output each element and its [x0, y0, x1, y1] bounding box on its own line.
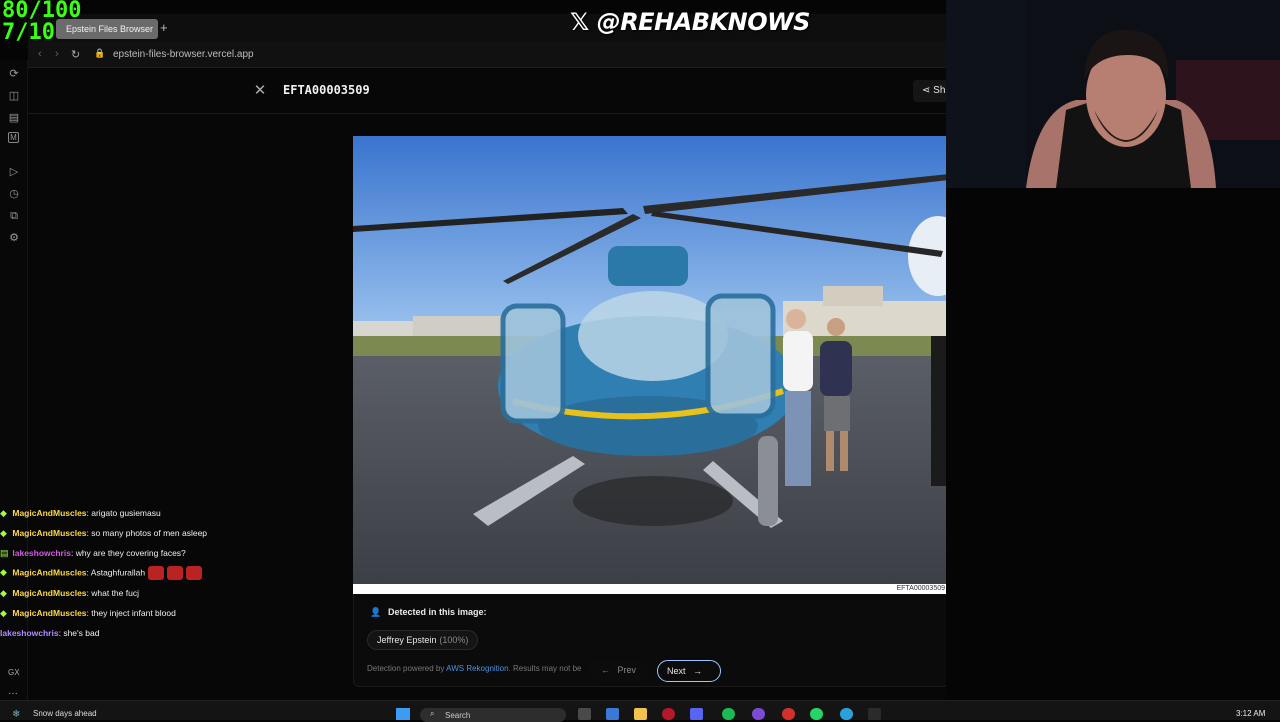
detection-note-prefix: Detection powered by [367, 664, 447, 673]
helicopter-photo [353, 136, 949, 584]
m-icon[interactable]: M [8, 132, 19, 143]
browser-sidebar [0, 60, 28, 700]
telegram-icon[interactable] [840, 708, 853, 720]
badge-icon: ◆ [0, 588, 7, 598]
url-field[interactable]: epstein-files-browser.vercel.app [113, 49, 254, 60]
box-icon[interactable]: ◫ [6, 88, 22, 104]
new-tab-button[interactable]: + [160, 20, 174, 36]
arrow-right-icon: → [693, 666, 703, 676]
discord-icon[interactable] [690, 708, 703, 720]
chat-message: ◆ MagicAndMuscles: what the fucj [0, 588, 139, 599]
aws-rekognition-link[interactable]: AWS Rekognition [446, 664, 508, 673]
taskbar-search-label: Search [445, 711, 471, 720]
next-label: Next [667, 666, 686, 676]
photo-caption: EFTA00003509 [896, 585, 945, 592]
app-icon[interactable] [752, 708, 765, 720]
close-button[interactable]: ✕ [250, 81, 270, 101]
chat-text: : she's bad [58, 628, 100, 638]
document-id-title: EFTA00003509 [283, 83, 370, 97]
document-photo: EFTA00003509 [353, 136, 949, 594]
chat-message: ▤ lakeshowchris: why are they covering f… [0, 548, 186, 559]
badge-icon: ◆ [0, 567, 7, 578]
chat-username[interactable]: lakeshowchris [0, 628, 59, 638]
wallet-icon[interactable]: ▤ [6, 110, 22, 126]
app-icon[interactable] [782, 708, 795, 720]
person-icon: 👤 [370, 607, 382, 617]
webcam-feed [946, 0, 1280, 188]
badge-icon: ◆ [0, 508, 7, 518]
app-icon[interactable] [868, 708, 881, 720]
file-explorer-icon[interactable] [634, 708, 647, 720]
start-icon[interactable] [396, 708, 410, 720]
whatsapp-icon[interactable] [810, 708, 823, 720]
prev-label: Prev [617, 665, 637, 675]
emote-icon [148, 566, 165, 580]
chat-username[interactable]: lakeshowchris [12, 548, 71, 558]
opera-gx-icon[interactable] [662, 708, 675, 720]
chat-message: lakeshowchris: she's bad [0, 628, 99, 638]
chat-text: : what the fucj [86, 588, 139, 598]
chat-message: ◆ MagicAndMuscles: they inject infant bl… [0, 608, 176, 619]
badge-icon: ▤ [0, 548, 9, 558]
chat-username[interactable]: MagicAndMuscles [12, 567, 86, 577]
share-label: Sh [933, 85, 946, 96]
puzzle-icon[interactable]: ⧉ [6, 208, 22, 224]
forward-icon[interactable]: › [55, 48, 59, 60]
score-counter: 80/100 [2, 0, 82, 23]
person-confidence: (100%) [439, 635, 469, 645]
streamer-webcam [946, 0, 1280, 188]
gx-label[interactable]: GX [8, 668, 20, 677]
chat-text: : Astaghfurallah [86, 567, 146, 578]
chat-text: : why are they covering faces? [70, 548, 186, 558]
rating-counter: 7/10 [2, 20, 55, 45]
detection-note: Detection powered by AWS Rekognition. Re… [367, 664, 581, 673]
detected-heading: Detected in this image: [388, 607, 487, 617]
reload-icon[interactable]: ↻ [71, 48, 80, 61]
chat-message: ◆ MagicAndMuscles: so many photos of men… [0, 528, 207, 539]
share-icon: ⋖ [922, 85, 934, 96]
stream-handle: 𝕏 @REHABKNOWS [570, 8, 810, 36]
detection-note-suffix: . Results may not be a [508, 664, 581, 673]
person-chip[interactable]: Jeffrey Epstein (100%) [367, 630, 479, 650]
chat-message: ◆ MagicAndMuscles: arigato gusiemasu [0, 508, 161, 519]
chat-username[interactable]: MagicAndMuscles [12, 528, 86, 538]
taskbar-clock[interactable]: 3:12 AM [1236, 709, 1265, 718]
chat-username[interactable]: MagicAndMuscles [12, 508, 86, 518]
history-icon[interactable]: ◷ [6, 186, 22, 202]
play-icon[interactable]: ▷ [6, 164, 22, 180]
back-icon[interactable]: ‹ [38, 48, 42, 60]
weather-text[interactable]: Snow days ahead [33, 709, 97, 718]
prev-button[interactable]: ← Prev [588, 660, 651, 682]
chat-text: : arigato gusiemasu [86, 508, 161, 518]
chat-message: ◆ MagicAndMuscles: Astaghfurallah [0, 566, 203, 580]
emote-icon [167, 566, 184, 580]
stream-overlay-counter: 80/100 7/10 [2, 0, 81, 44]
calendar-app-icon[interactable] [606, 708, 619, 720]
weather-icon[interactable]: ❄ [12, 709, 26, 721]
spotify-icon[interactable] [722, 708, 735, 720]
chat-username[interactable]: MagicAndMuscles [12, 588, 86, 598]
chat-username[interactable]: MagicAndMuscles [12, 608, 86, 618]
more-icon[interactable]: ··· [8, 688, 18, 699]
search-icon: ⌕ [430, 709, 435, 718]
right-background [946, 188, 1280, 700]
person-name: Jeffrey Epstein [377, 635, 437, 645]
task-view-icon[interactable] [578, 708, 591, 720]
chat-text: : they inject infant blood [86, 608, 176, 618]
arrow-left-icon: ← [601, 665, 610, 675]
badge-icon: ◆ [0, 528, 7, 538]
badge-icon: ◆ [0, 608, 7, 618]
emote-icon [186, 566, 203, 580]
refresh-icon[interactable]: ⟳ [6, 66, 22, 82]
chat-text: : so many photos of men asleep [86, 528, 208, 538]
lock-icon: 🔒 [94, 48, 106, 58]
settings-icon[interactable]: ⚙ [6, 230, 22, 246]
viewer-header [28, 68, 946, 114]
next-button[interactable]: Next → [657, 660, 721, 682]
